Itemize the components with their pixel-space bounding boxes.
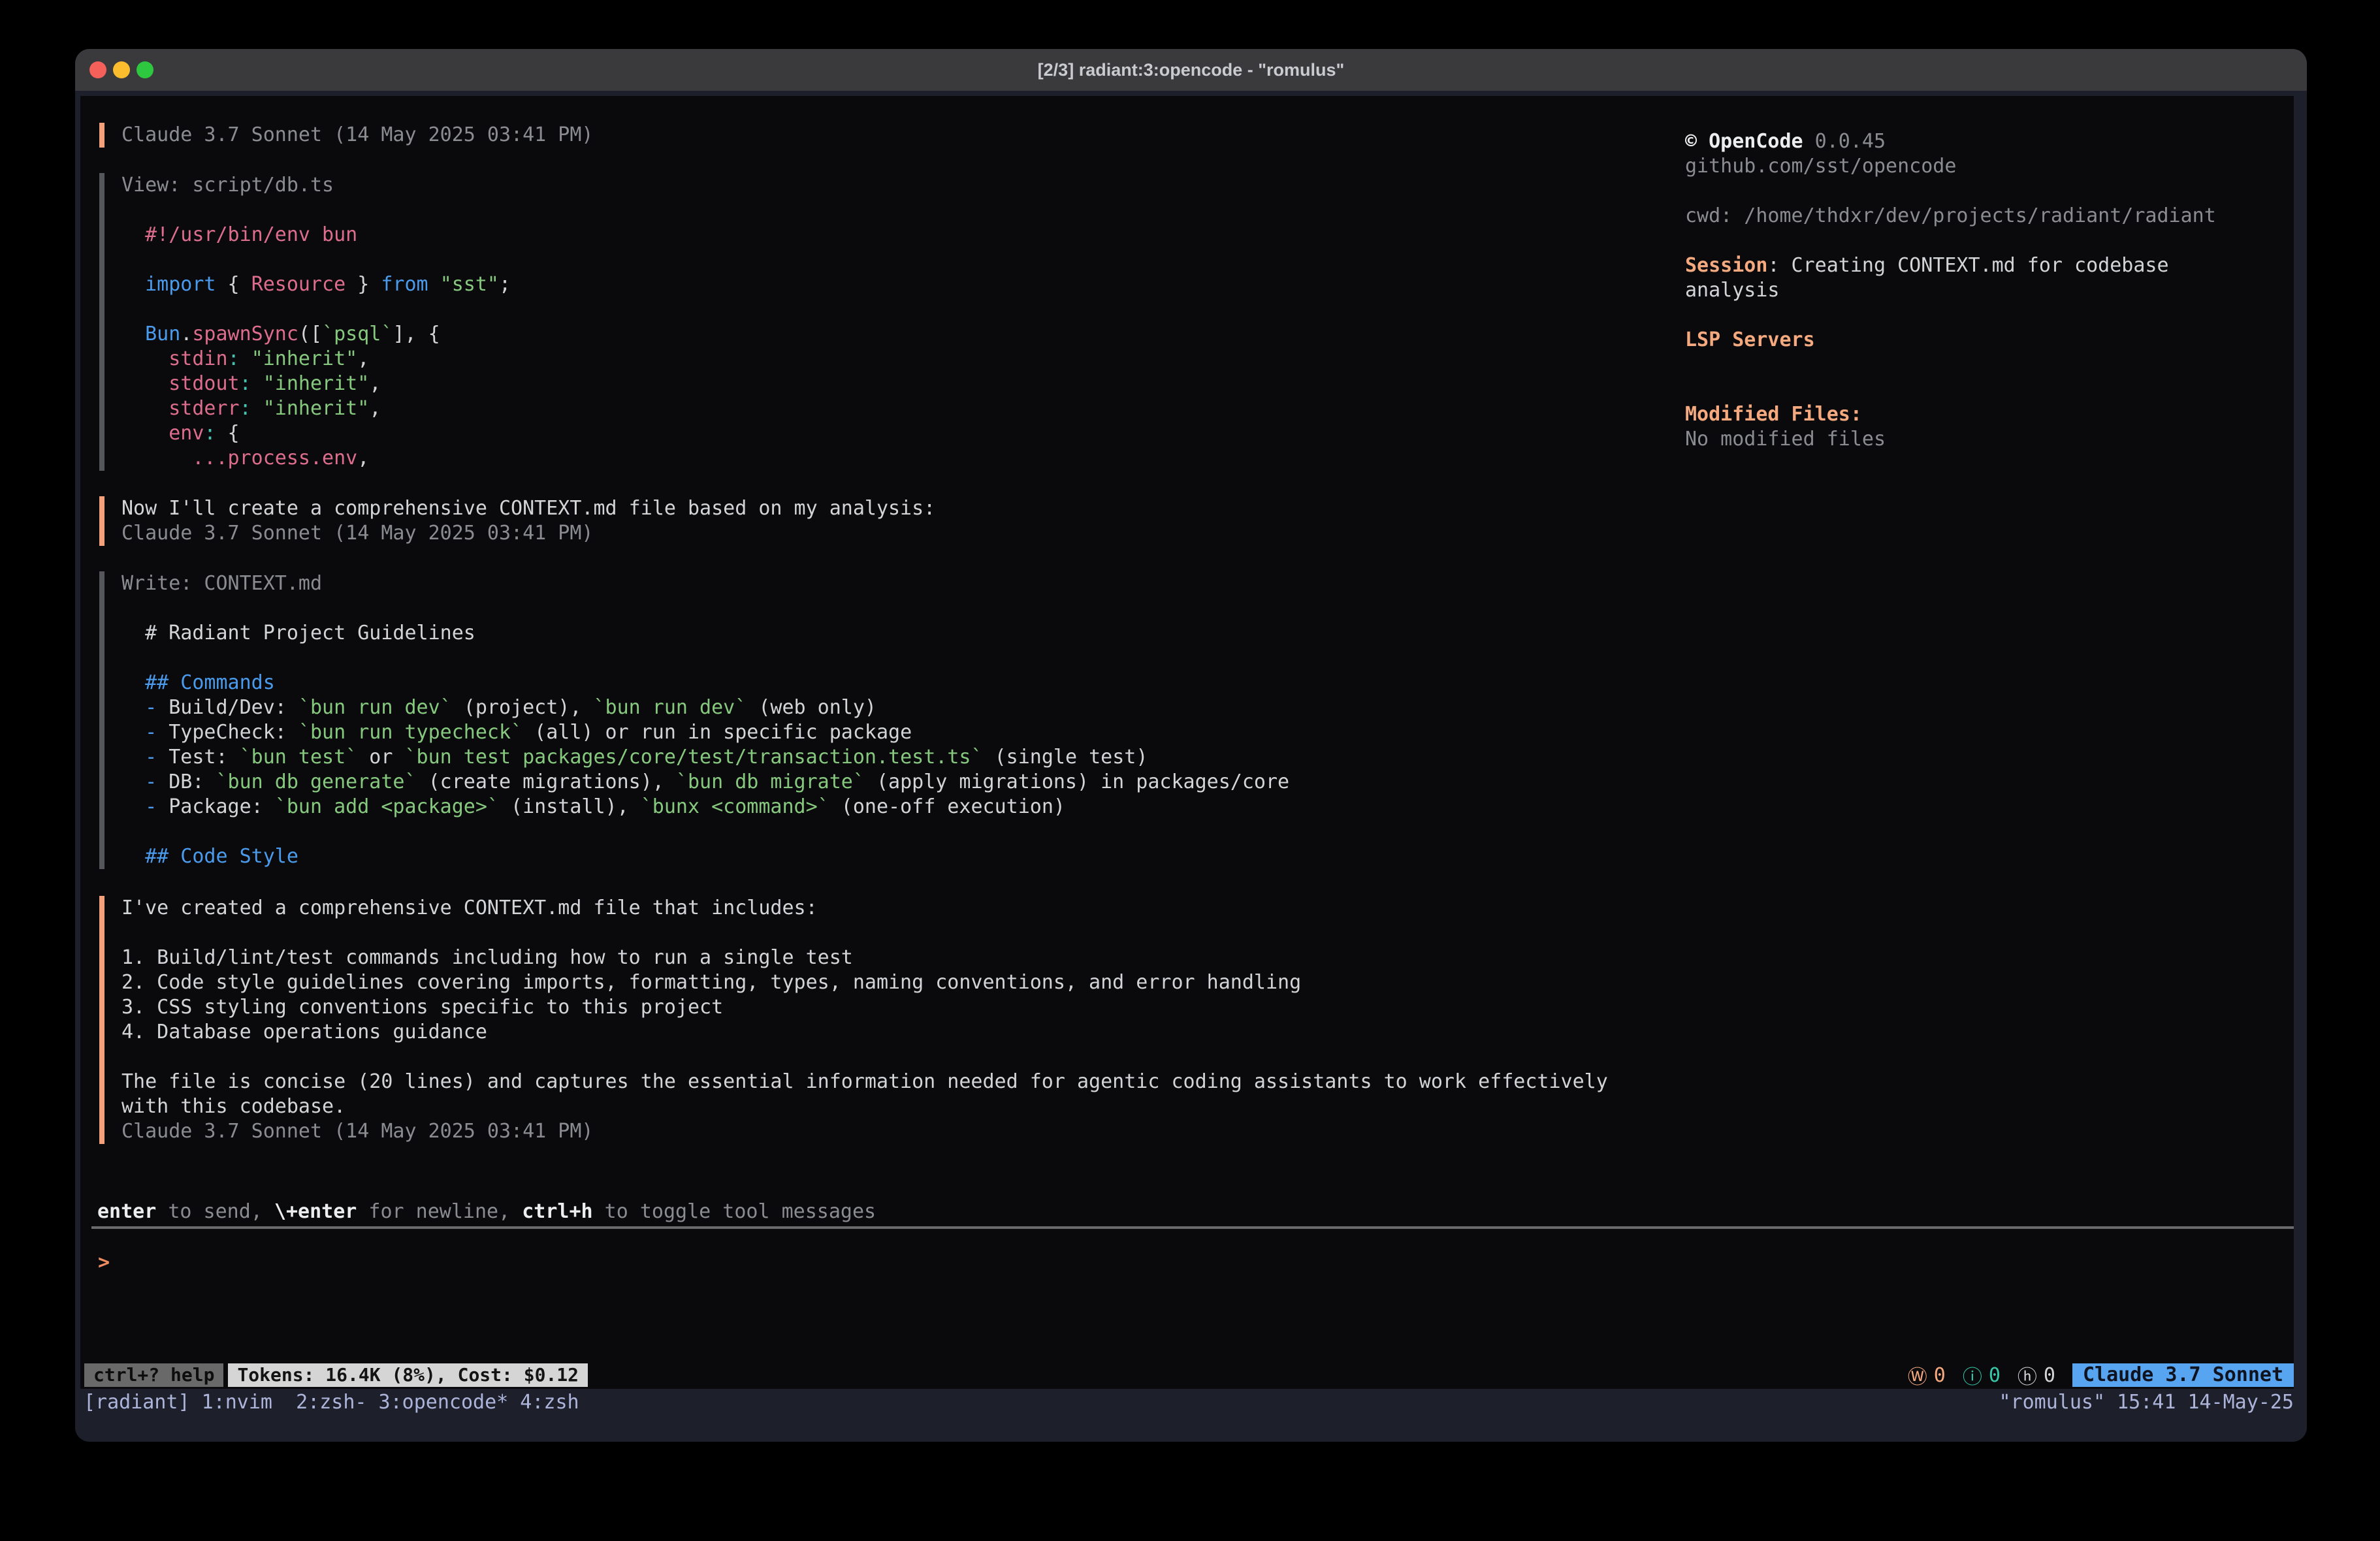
text-row: Modified Files: <box>1685 402 2294 427</box>
text-row: - Package: `bun add <package>` (install)… <box>121 795 1289 819</box>
info-count: 0 <box>1989 1364 2001 1387</box>
usage-stats-chip: Tokens: 16.4K (8%), Cost: $0.12 <box>228 1363 588 1387</box>
text-row <box>121 819 1289 844</box>
text-row: Claude 3.7 Sonnet (14 May 2025 03:41 PM) <box>121 521 935 546</box>
terminal-content: Claude 3.7 Sonnet (14 May 2025 03:41 PM)… <box>75 91 2307 1442</box>
text-row: I've created a comprehensive CONTEXT.md … <box>121 896 1608 921</box>
prompt-input[interactable]: > <box>98 1250 2292 1275</box>
status-indicators: Ⓦ0 ⓘ0 ⓗ0 Claude 3.7 Sonnet <box>1908 1363 2294 1387</box>
warning-count-indicator: Ⓦ0 <box>1908 1361 1946 1390</box>
prompt-caret: > <box>98 1251 110 1274</box>
view-tool-block: View: script/db.ts #!/usr/bin/env bun im… <box>99 173 511 471</box>
info-icon: ⓘ <box>1963 1361 1982 1390</box>
text-row <box>1685 179 2294 204</box>
text-row: View: script/db.ts <box>121 173 511 198</box>
terminal-top-padding <box>75 91 2307 96</box>
text-row: stdout: "inherit", <box>121 372 511 396</box>
text-row: env: { <box>121 421 511 446</box>
text-row: - Test: `bun test` or `bun test packages… <box>121 745 1289 770</box>
status-chips: ctrl+? help Tokens: 16.4K (8%), Cost: $0… <box>84 1363 588 1387</box>
text-row: The file is concise (20 lines) and captu… <box>121 1070 1608 1094</box>
text-row: Claude 3.7 Sonnet (14 May 2025 03:41 PM) <box>121 1119 1608 1144</box>
text-row: ## Code Style <box>121 844 1289 869</box>
text-row: cwd: /home/thdxr/dev/projects/radiant/ra… <box>1685 204 2294 229</box>
text-row: github.com/sst/opencode <box>1685 154 2294 179</box>
assistant-message: Now I'll create a comprehensive CONTEXT.… <box>99 496 935 546</box>
text-row: stderr: "inherit", <box>121 396 511 421</box>
text-row <box>121 596 1289 621</box>
text-row: ...process.env, <box>121 446 511 471</box>
text-row: © OpenCode 0.0.45 <box>1685 129 2294 154</box>
session-sidebar: © OpenCode 0.0.45github.com/sst/opencode… <box>1685 129 2294 452</box>
text-row <box>121 646 1289 671</box>
tmux-window-list[interactable]: [radiant] 1:nvim 2:zsh- 3:opencode* 4:zs… <box>84 1390 579 1415</box>
text-row: 3. CSS styling conventions specific to t… <box>121 995 1608 1020</box>
text-row: No modified files <box>1685 427 2294 452</box>
text-row <box>121 921 1608 945</box>
input-separator <box>91 1226 2294 1229</box>
text-row: 2. Code style guidelines covering import… <box>121 970 1608 995</box>
text-row: with this codebase. <box>121 1094 1608 1119</box>
text-row: Now I'll create a comprehensive CONTEXT.… <box>121 496 935 521</box>
text-row: Claude 3.7 Sonnet (14 May 2025 03:41 PM) <box>121 123 593 148</box>
warning-count: 0 <box>1934 1364 1946 1387</box>
info-count-indicator: ⓘ0 <box>1963 1361 2001 1390</box>
text-row: - DB: `bun db generate` (create migratio… <box>121 770 1289 795</box>
window-title: [2/3] radiant:3:opencode - "romulus" <box>75 49 2307 91</box>
assistant-message-summary: I've created a comprehensive CONTEXT.md … <box>99 896 1608 1144</box>
text-row <box>121 297 511 322</box>
text-row <box>121 1045 1608 1070</box>
text-row <box>1685 377 2294 402</box>
write-tool-block: Write: CONTEXT.md # Radiant Project Guid… <box>99 571 1289 869</box>
text-row: analysis <box>1685 278 2294 303</box>
text-row: 4. Database operations guidance <box>121 1020 1608 1045</box>
assistant-message-header: Claude 3.7 Sonnet (14 May 2025 03:41 PM) <box>99 123 593 148</box>
text-row: Write: CONTEXT.md <box>121 571 1289 596</box>
text-row <box>121 198 511 223</box>
text-row: - Build/Dev: `bun run dev` (project), `b… <box>121 695 1289 720</box>
hint-icon: ⓗ <box>2018 1361 2037 1390</box>
tmux-status-bar: [radiant] 1:nvim 2:zsh- 3:opencode* 4:zs… <box>75 1389 2307 1442</box>
text-row: Bun.spawnSync([`psql`], { <box>121 322 511 347</box>
text-row: - TypeCheck: `bun run typecheck` (all) o… <box>121 720 1289 745</box>
text-row <box>1685 353 2294 377</box>
text-row: enter to send, \+enter for newline, ctrl… <box>97 1199 876 1224</box>
text-row: ## Commands <box>121 671 1289 695</box>
text-row: # Radiant Project Guidelines <box>121 621 1289 646</box>
text-row <box>1685 229 2294 253</box>
terminal-window: [2/3] radiant:3:opencode - "romulus" Cla… <box>75 49 2307 1442</box>
text-row: #!/usr/bin/env bun <box>121 223 511 247</box>
hint-count: 0 <box>2044 1364 2055 1387</box>
text-row: LSP Servers <box>1685 328 2294 353</box>
model-badge[interactable]: Claude 3.7 Sonnet <box>2072 1363 2294 1387</box>
text-row <box>1685 303 2294 328</box>
text-row: stdin: "inherit", <box>121 347 511 372</box>
text-row: 1. Build/lint/test commands including ho… <box>121 945 1608 970</box>
warning-icon: Ⓦ <box>1908 1361 1927 1390</box>
text-row <box>121 247 511 272</box>
scrollbar-track[interactable] <box>2294 91 2307 1442</box>
text-row: Session: Creating CONTEXT.md for codebas… <box>1685 253 2294 278</box>
text-row: import { Resource } from "sst"; <box>121 272 511 297</box>
terminal-left-padding <box>75 91 80 1442</box>
desktop-background: [2/3] radiant:3:opencode - "romulus" Cla… <box>0 0 2380 1541</box>
help-shortcut-chip[interactable]: ctrl+? help <box>84 1363 223 1387</box>
opencode-status-bar: ctrl+? help Tokens: 16.4K (8%), Cost: $0… <box>75 1363 2307 1387</box>
window-titlebar[interactable]: [2/3] radiant:3:opencode - "romulus" <box>75 49 2307 91</box>
hint-count-indicator: ⓗ0 <box>2018 1361 2055 1390</box>
tmux-host-clock: "romulus" 15:41 14-May-25 <box>1999 1390 2294 1415</box>
input-hint: enter to send, \+enter for newline, ctrl… <box>97 1199 876 1224</box>
